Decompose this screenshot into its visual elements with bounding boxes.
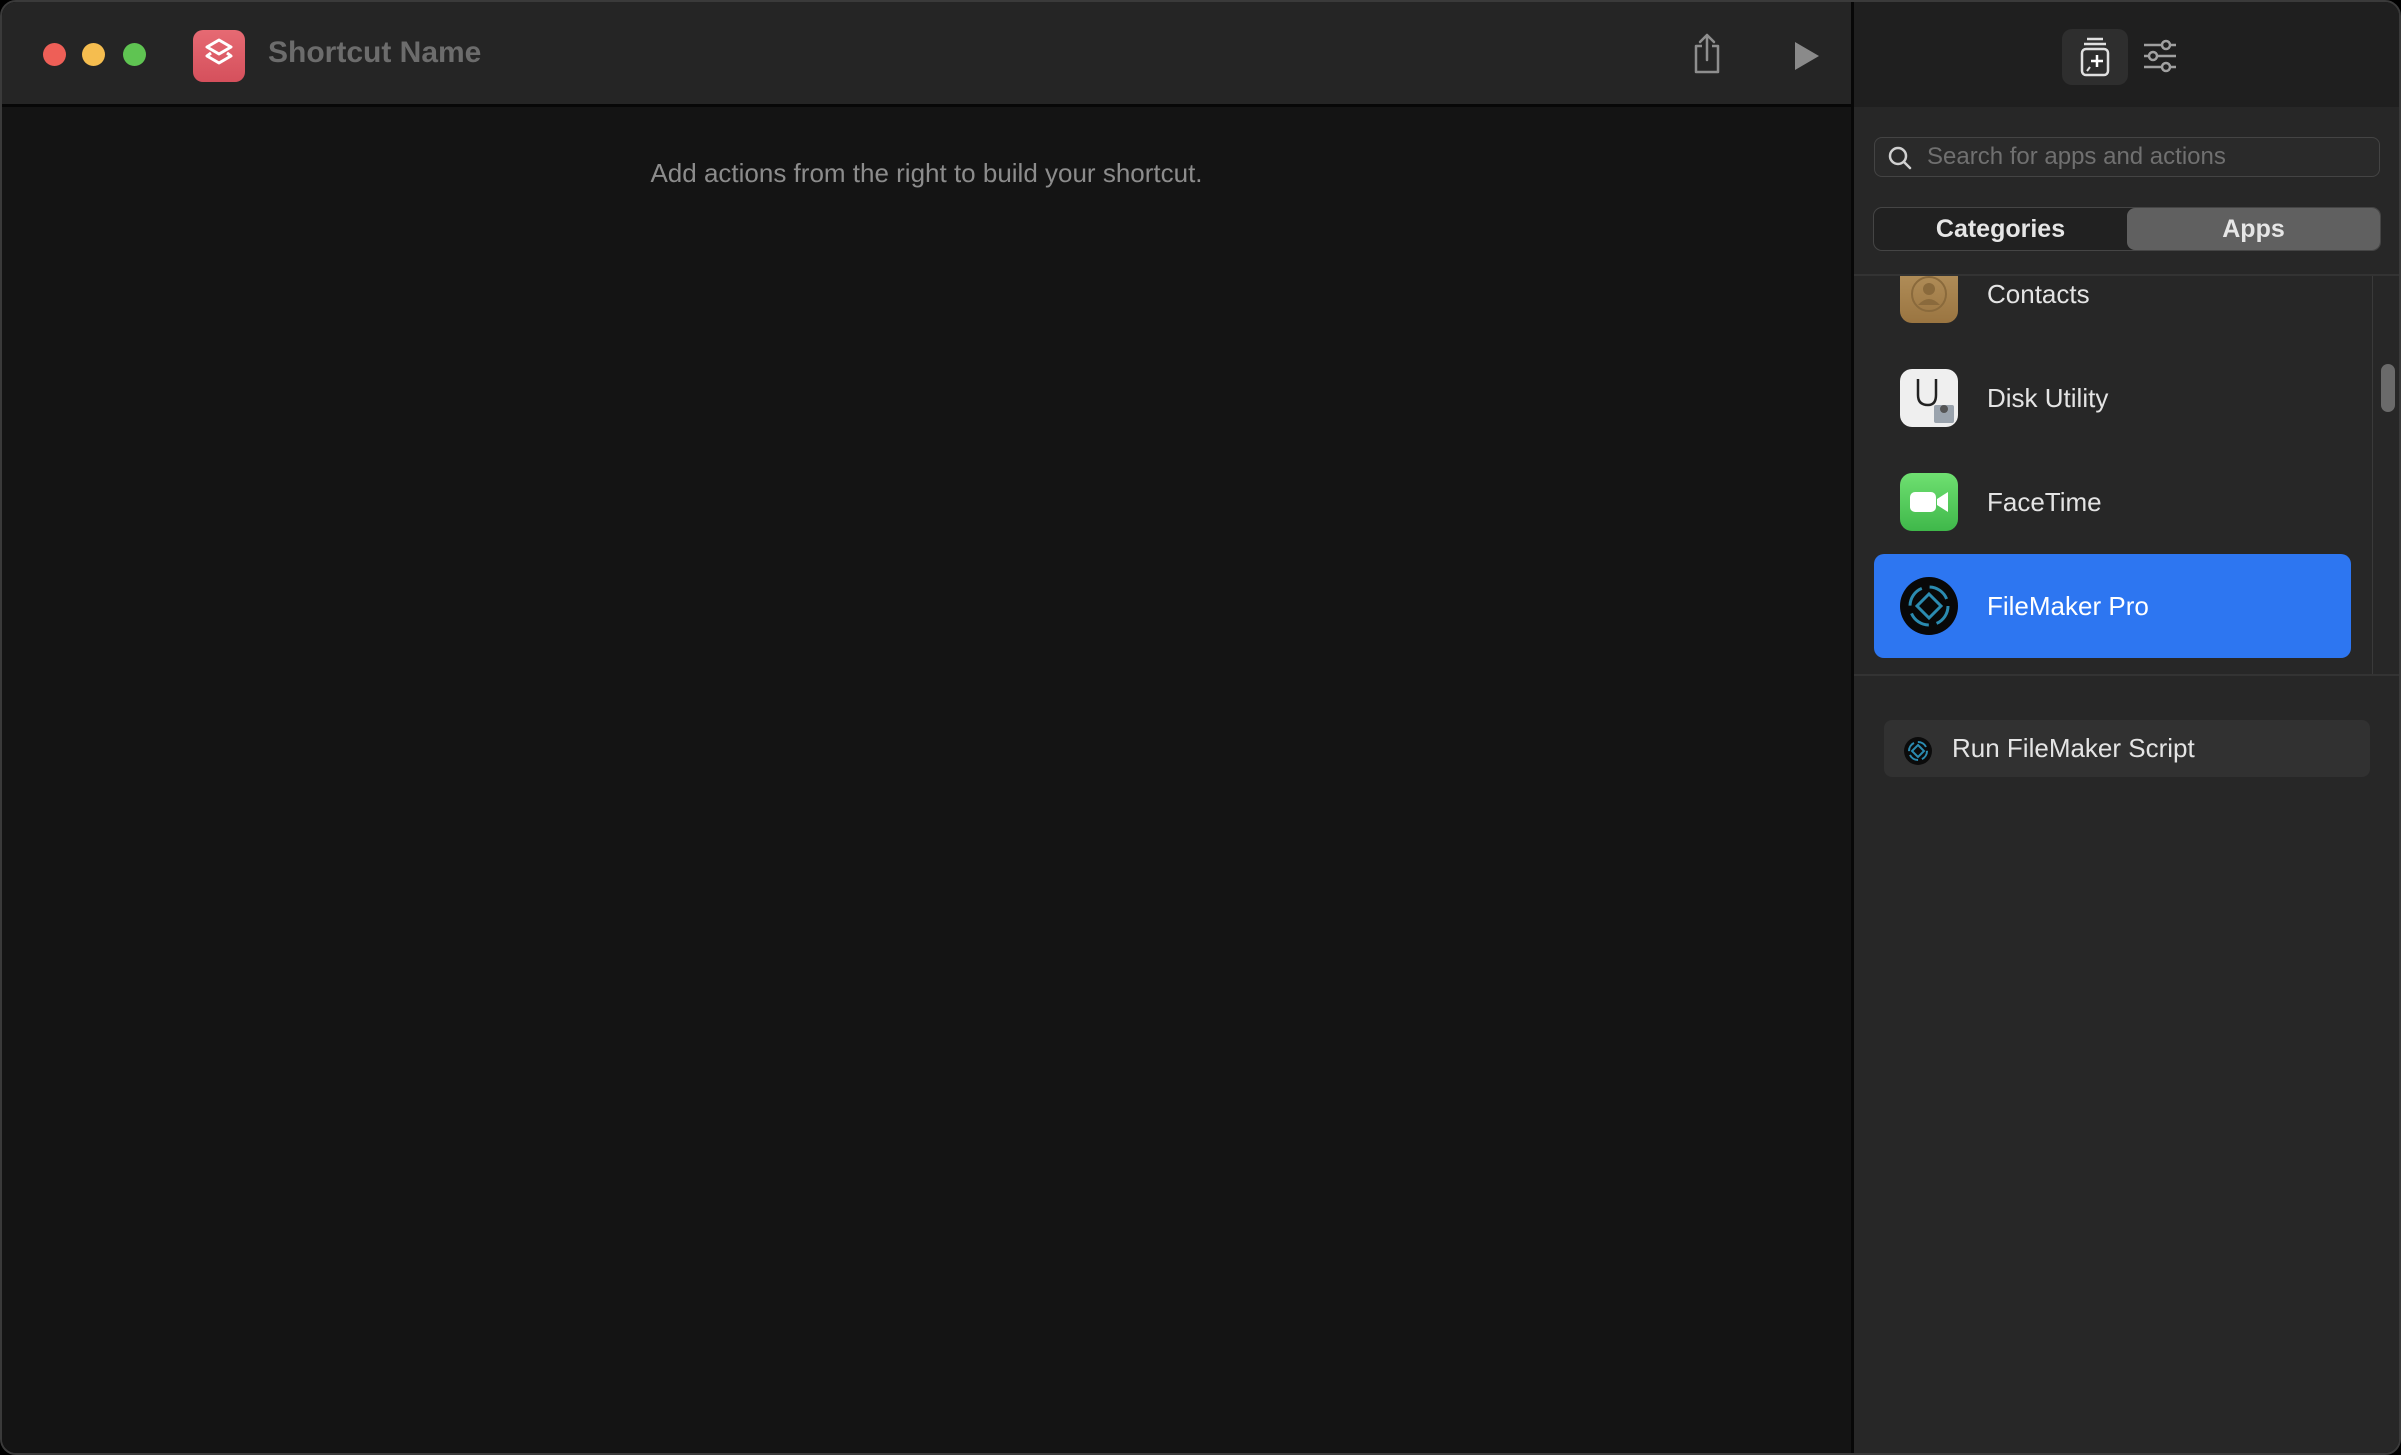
contacts-app-icon: [1900, 276, 1958, 323]
share-icon: [1694, 33, 1720, 74]
share-button[interactable]: [1692, 32, 1722, 76]
library-search: [1874, 137, 2380, 177]
shortcut-editor: Shortcut Name Add actions from the right…: [2, 2, 1851, 1453]
action-library-icon: [2080, 37, 2110, 77]
minimize-button[interactable]: [82, 43, 105, 66]
library-header: [1854, 2, 2399, 107]
app-row-contacts[interactable]: Contacts: [1874, 276, 2351, 346]
run-button[interactable]: [1795, 42, 1819, 70]
shortcuts-window: Shortcut Name Add actions from the right…: [0, 0, 2401, 1455]
empty-editor-hint: Add actions from the right to build your…: [650, 158, 1203, 188]
apps-list: Contacts Disk Utility FaceTime FileMaker…: [1854, 274, 2399, 676]
app-row-label: FaceTime: [1987, 486, 2102, 517]
app-row-filemaker-pro[interactable]: FileMaker Pro: [1874, 554, 2351, 658]
action-run-filemaker-script[interactable]: Run FileMaker Script: [1884, 720, 2370, 777]
shortcuts-logo-icon: [205, 38, 233, 65]
filemaker-pro-icon: [1904, 737, 1932, 765]
action-library-tab[interactable]: [2062, 29, 2128, 85]
search-input[interactable]: [1927, 138, 2367, 176]
library-view-segmented-control: Categories Apps: [1873, 207, 2381, 251]
zoom-button[interactable]: [123, 43, 146, 66]
scrollbar-thumb[interactable]: [2381, 364, 2395, 412]
app-row-facetime[interactable]: FaceTime: [1874, 450, 2351, 554]
sliders-icon: [2144, 39, 2176, 73]
app-row-label: Contacts: [1987, 278, 2090, 309]
filemaker-pro-app-icon: [1900, 577, 1958, 635]
segment-categories[interactable]: Categories: [1874, 208, 2127, 250]
apps-list-scrollbar[interactable]: [2372, 276, 2399, 674]
action-library-pane: Categories Apps Contacts Disk Utility: [1854, 2, 2399, 1453]
close-button[interactable]: [43, 43, 66, 66]
segment-apps[interactable]: Apps: [2127, 208, 2380, 250]
disk-utility-app-icon: [1900, 369, 1958, 427]
action-label: Run FileMaker Script: [1952, 733, 2195, 763]
shortcut-icon[interactable]: [193, 30, 245, 82]
title-bar: Shortcut Name: [2, 2, 1851, 107]
app-row-label: Disk Utility: [1987, 382, 2109, 413]
shortcut-details-tab[interactable]: [2140, 37, 2180, 75]
shortcut-name-field[interactable]: Shortcut Name: [268, 36, 481, 70]
search-icon: [1888, 146, 1912, 170]
app-row-label: FileMaker Pro: [1987, 590, 2149, 621]
facetime-app-icon: [1900, 473, 1958, 531]
app-row-disk-utility[interactable]: Disk Utility: [1874, 346, 2351, 450]
